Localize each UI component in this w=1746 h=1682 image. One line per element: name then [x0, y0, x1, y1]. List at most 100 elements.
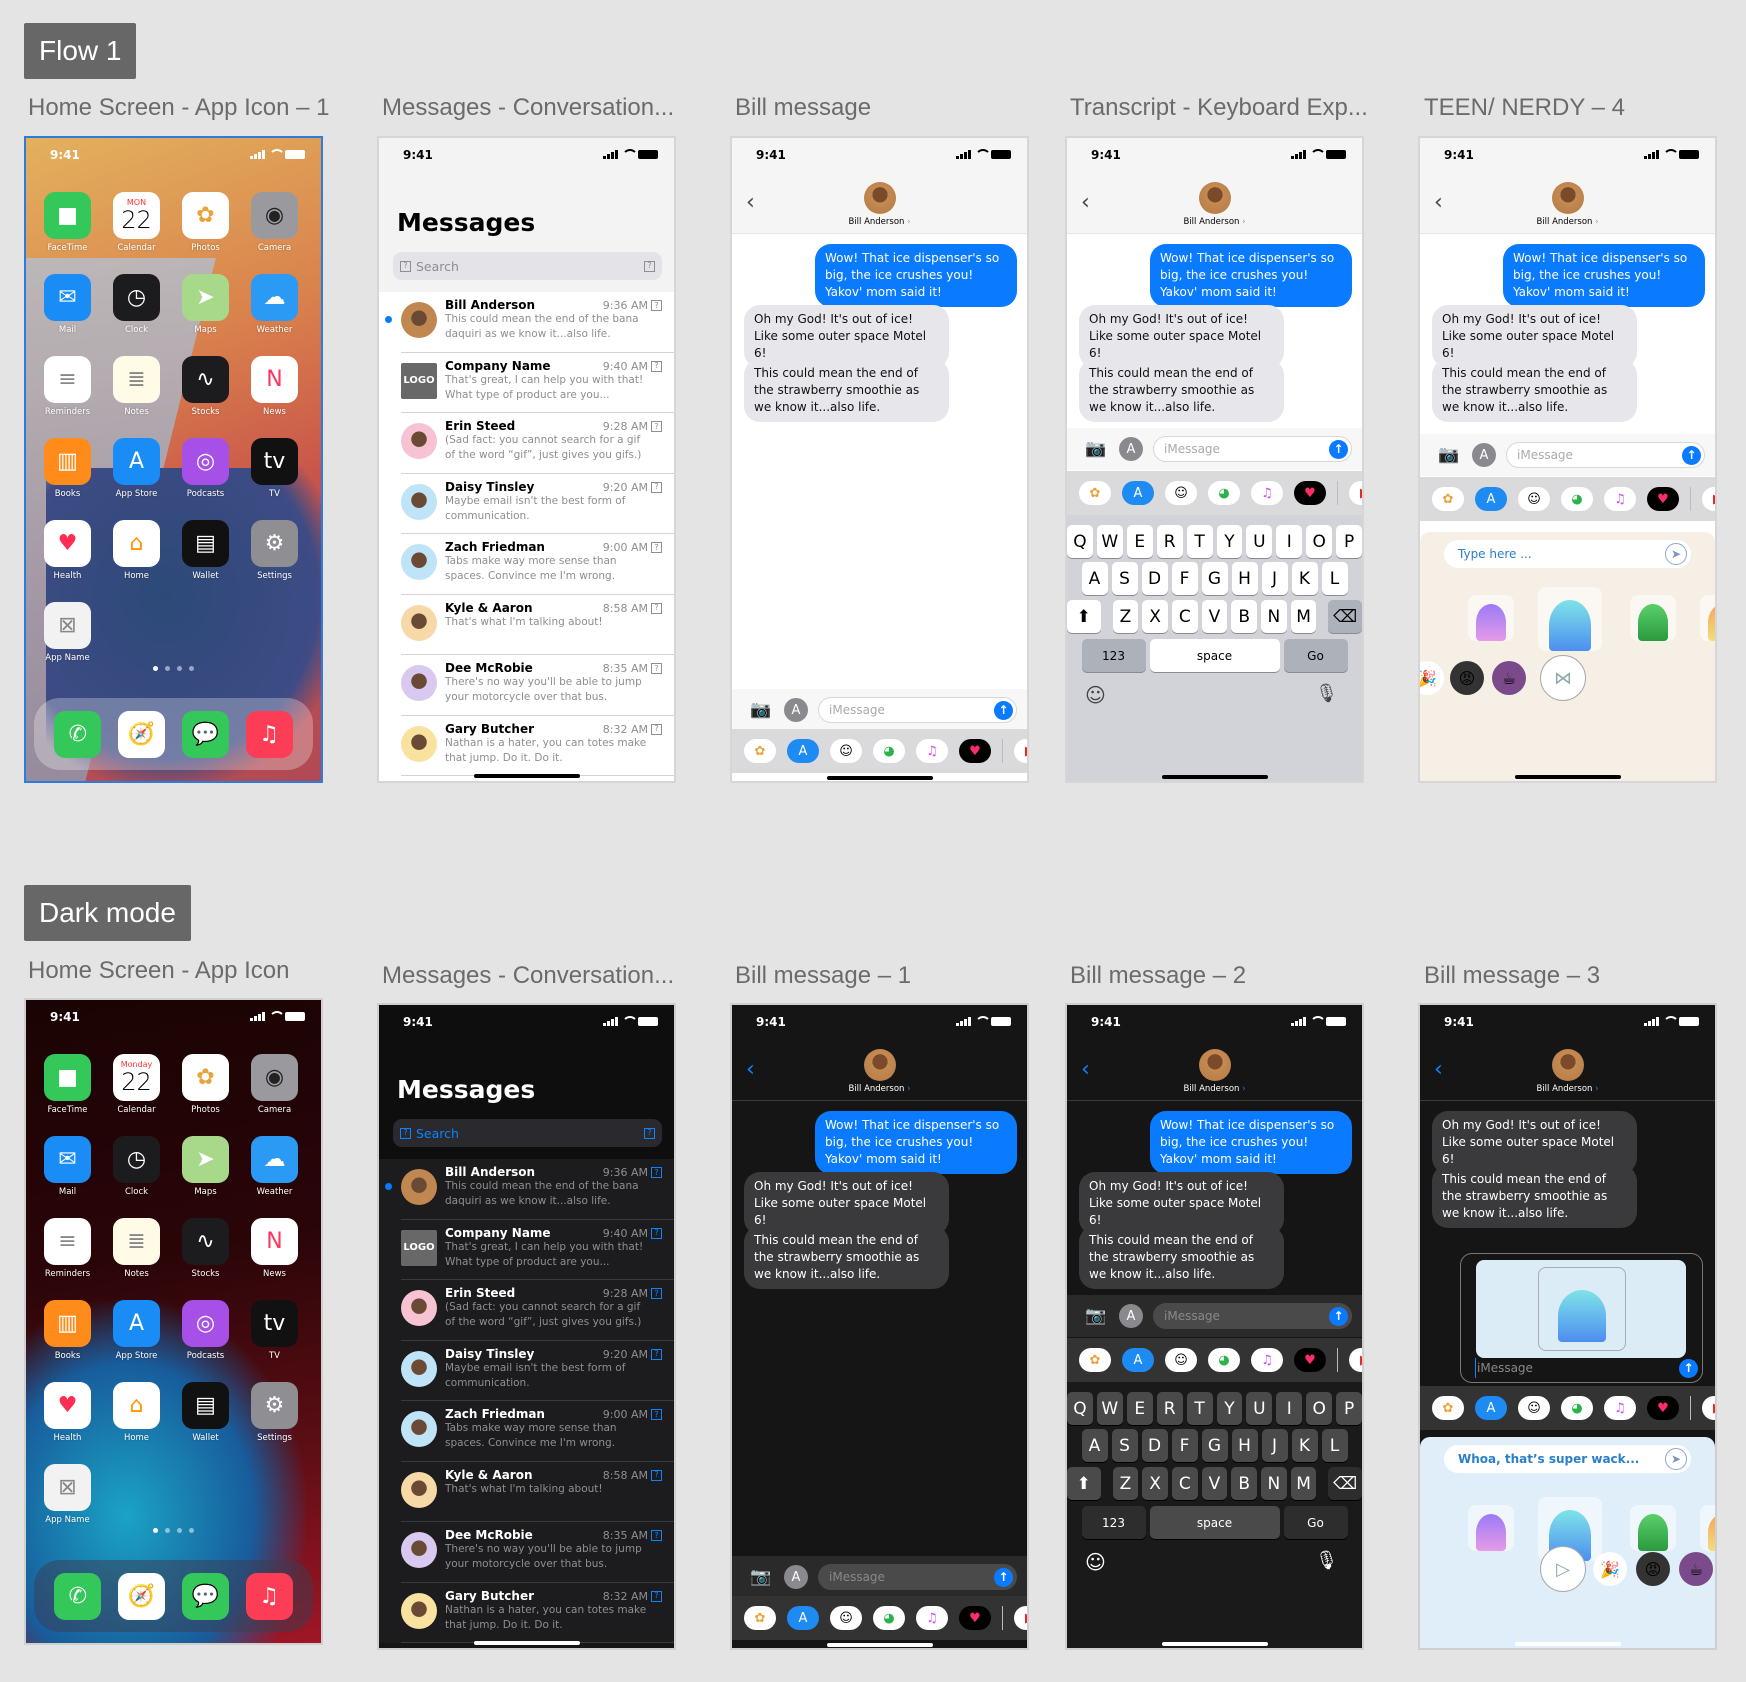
heart-app-icon[interactable]: ♥	[1294, 481, 1326, 505]
monster-app-icon[interactable]: ◕	[873, 1606, 905, 1630]
message-input[interactable]: iMessage ↑	[1475, 1358, 1698, 1378]
conversation-row[interactable]: Erin Steed 9:28 AM? (Sad fact: you cannot …	[379, 413, 674, 474]
back-chevron-icon[interactable]: ‹	[1434, 1057, 1443, 1082]
microphone-icon[interactable]: 🎙	[1315, 683, 1338, 704]
heart-app-icon[interactable]: ♥	[1647, 487, 1679, 511]
monster-sticker[interactable]	[1468, 1505, 1514, 1551]
app-maps[interactable]: ➤ Maps	[182, 1136, 229, 1197]
app-store-app-icon[interactable]: A	[1475, 1396, 1507, 1420]
music-app-icon[interactable]: ♫	[1251, 1348, 1283, 1372]
camera-icon[interactable]: 📷	[1436, 444, 1462, 466]
app-stocks[interactable]: ∿ Stocks	[182, 1218, 229, 1279]
app-app-store[interactable]: A App Store	[113, 1300, 160, 1361]
message-input[interactable]: iMessage ↑	[818, 697, 1017, 723]
microphone-icon[interactable]: 🎙	[1315, 1550, 1338, 1571]
conversation-row[interactable]: Erin Steed 9:28 AM? (Sad fact: you cannot …	[379, 1280, 674, 1341]
memoji-icon[interactable]: ☺	[830, 739, 862, 763]
camera-icon[interactable]: 📷	[748, 1566, 774, 1588]
app-weather[interactable]: ☁ Weather	[251, 274, 298, 335]
heart-app-icon[interactable]: ♥	[959, 739, 991, 763]
contact-avatar[interactable]	[1198, 182, 1231, 214]
monster-sticker[interactable]	[1630, 1505, 1676, 1551]
shift-key[interactable]: ⬆	[1067, 600, 1101, 633]
monster-sticker[interactable]	[1468, 595, 1514, 641]
page-indicator[interactable]	[26, 666, 321, 671]
key-v[interactable]: V	[1201, 600, 1228, 633]
app-books[interactable]: ▥ Books	[44, 1300, 91, 1361]
key-i[interactable]: I	[1276, 1392, 1303, 1425]
key-x[interactable]: X	[1142, 600, 1168, 633]
key-h[interactable]: H	[1231, 1429, 1258, 1462]
app-photos[interactable]: ✿ Photos	[182, 1054, 229, 1115]
app-store-icon[interactable]: A	[1119, 437, 1143, 461]
contact-name[interactable]: Bill Anderson ›	[732, 217, 1027, 227]
music-icon[interactable]: ♫	[245, 1572, 293, 1620]
home-indicator[interactable]	[1161, 775, 1268, 779]
key-b[interactable]: B	[1231, 600, 1258, 633]
safari-icon[interactable]: 🧭	[118, 710, 166, 758]
mic-icon[interactable]: ?	[644, 260, 655, 272]
conversation-row[interactable]: Bill Anderson 9:36 AM? This could mean the…	[379, 292, 674, 353]
monster-sticker-preview[interactable]	[1538, 1267, 1626, 1351]
conversation-row[interactable]: Kyle & Aaron 8:58 AM? That's what I'm talk…	[379, 595, 674, 656]
photos-app-icon[interactable]: ✿	[1432, 487, 1464, 511]
key-w[interactable]: W	[1096, 525, 1123, 558]
monster-app-icon[interactable]: ◕	[873, 739, 905, 763]
conversation-row[interactable]: Daisy Tinsley 9:20 AM? Maybe email isn't t…	[379, 474, 674, 535]
app-podcasts[interactable]: ◎ Podcasts	[182, 438, 229, 499]
key-f[interactable]: F	[1171, 1429, 1198, 1462]
home-indicator[interactable]	[1514, 1642, 1621, 1646]
key-n[interactable]: N	[1261, 600, 1287, 633]
key-q[interactable]: Q	[1067, 1392, 1093, 1425]
app-store-app-icon[interactable]: A	[1475, 487, 1507, 511]
monster-sticker[interactable]	[1700, 595, 1715, 641]
app-photos[interactable]: ✿ Photos	[182, 192, 229, 253]
contact-name[interactable]: Bill Anderson ›	[732, 1084, 1027, 1094]
go-key[interactable]: Go	[1283, 1506, 1348, 1539]
key-e[interactable]: E	[1126, 1392, 1153, 1425]
key-b[interactable]: B	[1231, 1467, 1258, 1500]
key-a[interactable]: A	[1081, 1429, 1108, 1462]
memoji-icon[interactable]: ☺	[1165, 1348, 1197, 1372]
key-u[interactable]: U	[1246, 1392, 1273, 1425]
key-l[interactable]: L	[1321, 1429, 1348, 1462]
app-camera[interactable]: ◉ Camera	[251, 1054, 298, 1115]
key-f[interactable]: F	[1171, 562, 1198, 595]
monster-app-icon[interactable]: ◕	[1208, 1348, 1240, 1372]
home-indicator[interactable]	[1161, 1642, 1268, 1646]
key-m[interactable]: M	[1290, 600, 1317, 633]
shift-key[interactable]: ⬆	[1067, 1467, 1101, 1500]
key-a[interactable]: A	[1081, 562, 1108, 595]
back-chevron-icon[interactable]: ‹	[1434, 190, 1443, 215]
party-sticker-icon[interactable]: 🎉	[1593, 1552, 1627, 1586]
app-wallet[interactable]: ▤ Wallet	[182, 520, 229, 581]
youtube-icon[interactable]: ▶	[1349, 481, 1362, 505]
app-app-store[interactable]: A App Store	[113, 438, 160, 499]
photos-app-icon[interactable]: ✿	[744, 1606, 776, 1630]
music-app-icon[interactable]: ♫	[916, 1606, 948, 1630]
photos-app-icon[interactable]: ✿	[1079, 481, 1111, 505]
tea-sticker-icon[interactable]: ☕	[1679, 1552, 1713, 1586]
contact-name[interactable]: Bill Anderson ›	[1420, 217, 1715, 227]
music-app-icon[interactable]: ♫	[916, 739, 948, 763]
key-r[interactable]: R	[1156, 525, 1183, 558]
app-health[interactable]: ♥ Health	[44, 520, 91, 581]
photos-app-icon[interactable]: ✿	[744, 739, 776, 763]
key-u[interactable]: U	[1246, 525, 1273, 558]
monster-sticker[interactable]	[1538, 587, 1602, 651]
conversation-row[interactable]: Daisy Tinsley 9:20 AM? Maybe email isn't t…	[379, 1340, 674, 1401]
conversation-row[interactable]: LOGO Company Name 9:40 AM? That's great, I …	[379, 1219, 674, 1280]
heart-app-icon[interactable]: ♥	[959, 1606, 991, 1630]
conversation-row[interactable]: Zach Friedman 9:00 AM? Tabs make way more …	[379, 534, 674, 595]
app-maps[interactable]: ➤ Maps	[182, 274, 229, 335]
app-tv[interactable]: tv TV	[251, 1300, 298, 1361]
camera-icon[interactable]: 📷	[748, 699, 774, 721]
contact-name[interactable]: Bill Anderson ›	[1420, 1084, 1715, 1094]
numbers-key[interactable]: 123	[1081, 639, 1146, 672]
app-home[interactable]: ⌂ Home	[113, 520, 160, 581]
app-calendar[interactable]: Monday 22 Calendar	[113, 1054, 160, 1115]
home-indicator[interactable]	[826, 1643, 933, 1647]
key-g[interactable]: G	[1201, 562, 1228, 595]
app-calendar[interactable]: MON 22 Calendar	[113, 192, 160, 253]
key-j[interactable]: J	[1261, 562, 1288, 595]
